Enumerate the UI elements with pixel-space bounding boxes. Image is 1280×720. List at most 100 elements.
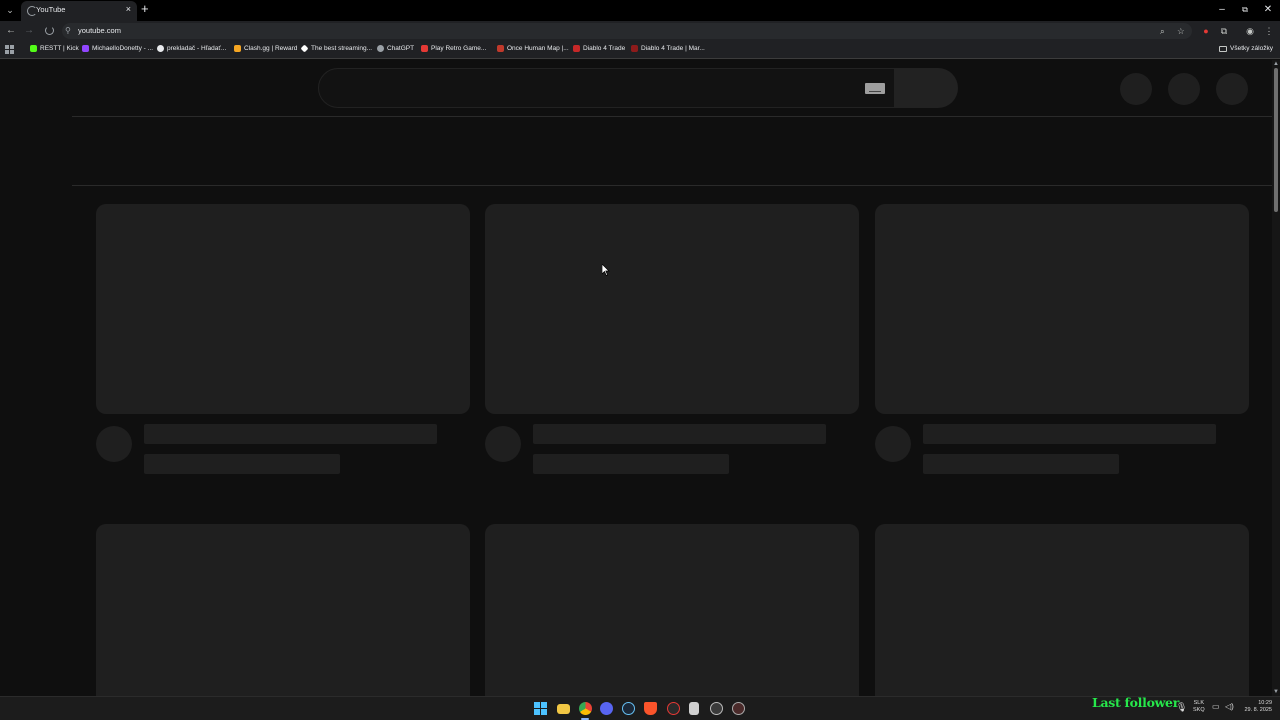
tab-search-icon[interactable]: ⌄ [3, 3, 17, 17]
video-title-placeholder [533, 424, 826, 444]
bookmark-item[interactable]: Diablo 4 Trade [573, 45, 625, 52]
bookmark-item[interactable]: Clash.gg | Reward [234, 45, 297, 52]
bookmark-item[interactable]: Diablo 4 Trade | Mar... [631, 45, 705, 52]
app-icon[interactable] [667, 702, 680, 715]
google-icon [157, 45, 164, 52]
clock-time: 10:29 [1258, 700, 1272, 706]
mouse-cursor-icon [602, 264, 610, 276]
volume-icon[interactable]: ◁) [1225, 702, 1234, 711]
retro-game-icon [421, 45, 428, 52]
file-explorer-icon[interactable] [557, 704, 570, 714]
scroll-up-icon[interactable]: ▲ [1273, 61, 1279, 67]
search-input[interactable] [318, 68, 895, 108]
restore-button[interactable]: ⧉ [1235, 3, 1255, 17]
windows-start-icon[interactable] [534, 702, 547, 715]
bookmark-label: Play Retro Game... [431, 45, 487, 52]
bookmark-item[interactable]: prekladač - Hľadať... [157, 45, 226, 52]
clock[interactable]: 10:29 29. 8. 2025 [1240, 700, 1272, 714]
extension-icon[interactable]: ● [1199, 24, 1213, 38]
bookmark-item[interactable]: RESTT | Kick [30, 45, 79, 52]
video-title-placeholder [923, 424, 1216, 444]
tab-strip: ⌄ YouTube × + – ⧉ ✕ [0, 0, 1280, 21]
close-window-button[interactable]: ✕ [1258, 3, 1278, 17]
bookmark-item[interactable]: The best streaming... [300, 44, 373, 53]
video-thumbnail-placeholder[interactable] [485, 204, 859, 414]
video-meta-placeholder [923, 454, 1119, 474]
stop-loading-icon[interactable] [45, 26, 54, 35]
site-info-icon[interactable]: ⚲ [65, 24, 71, 38]
address-bar[interactable]: ⚲ youtube.com ⌕ ☆ [62, 23, 1192, 39]
bookmark-item[interactable]: Once Human Map |... [497, 45, 569, 52]
browser-toolbar: ← → ⚲ youtube.com ⌕ ☆ ● ⧉ ◉ ⋮ [0, 21, 1280, 41]
back-button[interactable]: ← [4, 24, 18, 38]
language-code: SLK [1193, 700, 1205, 706]
apps-grid-icon[interactable] [5, 45, 14, 54]
video-thumbnail-placeholder[interactable] [96, 524, 470, 696]
video-thumbnail-placeholder[interactable] [485, 524, 859, 696]
channel-avatar-placeholder [875, 426, 911, 462]
brave-icon[interactable] [644, 702, 657, 715]
network-icon[interactable]: ▭ [1212, 702, 1220, 711]
page-scrollbar[interactable]: ▲ ▼ [1272, 60, 1280, 696]
all-bookmarks-label: Všetky záložky [1230, 45, 1273, 52]
bookmark-label: RESTT | Kick [40, 45, 79, 52]
keyboard-icon[interactable] [865, 83, 885, 94]
extensions-puzzle-icon[interactable]: ⧉ [1217, 24, 1231, 38]
map-icon [497, 45, 504, 52]
settings-gear-icon[interactable] [710, 702, 723, 715]
bookmark-label: Clash.gg | Reward [244, 45, 298, 52]
header-placeholder-2 [1168, 73, 1200, 105]
diablo-icon [631, 45, 638, 52]
channel-avatar-placeholder [96, 426, 132, 462]
browser-menu-icon[interactable]: ⋮ [1262, 24, 1276, 38]
profile-avatar-icon[interactable]: ◉ [1243, 24, 1257, 38]
url-text[interactable]: youtube.com [78, 26, 121, 35]
clash-icon [234, 45, 241, 52]
video-thumbnail-placeholder[interactable] [96, 204, 470, 414]
search-button[interactable] [894, 68, 958, 108]
diablo-icon [573, 45, 580, 52]
kick-icon [30, 45, 37, 52]
folder-icon [1219, 45, 1227, 52]
bookmark-item[interactable]: MichaelloDonetty - ... [82, 45, 153, 52]
bookmark-label: Diablo 4 Trade [583, 45, 626, 52]
video-thumbnail-placeholder[interactable] [875, 524, 1249, 696]
tab-title: YouTube [36, 5, 66, 14]
tab-youtube[interactable]: YouTube × [21, 1, 137, 21]
keyboard-layout-code: SKQ [1193, 707, 1205, 713]
bookmark-item[interactable]: ChatGPT [377, 45, 414, 52]
bookmark-item[interactable]: Play Retro Game... [421, 45, 486, 52]
chatgpt-icon [377, 45, 384, 52]
bookmarks-bar: RESTT | Kick MichaelloDonetty - ... prek… [0, 41, 1280, 59]
header-placeholder-1 [1120, 73, 1152, 105]
divider [72, 185, 1272, 186]
video-thumbnail-placeholder[interactable] [875, 204, 1249, 414]
forward-button[interactable]: → [22, 24, 36, 38]
zoom-icon[interactable]: ⌕ [1160, 24, 1165, 38]
minimize-button[interactable]: – [1212, 3, 1232, 17]
microphone-icon[interactable]: 🎙 [1176, 702, 1187, 713]
header-placeholder-3 [1216, 73, 1248, 105]
windows-taskbar [0, 696, 1280, 720]
steam-icon[interactable] [622, 702, 635, 715]
chrome-icon[interactable] [579, 702, 592, 715]
stream-overlay-text: Last follower [1092, 695, 1179, 710]
scroll-down-icon[interactable]: ▼ [1273, 689, 1279, 695]
notepad-icon[interactable] [689, 702, 699, 715]
bookmark-label: MichaelloDonetty - ... [92, 45, 154, 52]
game-app-icon[interactable] [732, 702, 745, 715]
bookmark-label: The best streaming... [311, 45, 373, 52]
channel-avatar-placeholder [485, 426, 521, 462]
new-tab-button[interactable]: + [141, 2, 149, 16]
video-meta-placeholder [533, 454, 729, 474]
bookmark-label: ChatGPT [387, 45, 415, 52]
scrollbar-thumb[interactable] [1274, 68, 1278, 212]
discord-icon[interactable] [600, 702, 613, 715]
bookmark-label: Diablo 4 Trade | Mar... [641, 45, 705, 52]
language-indicator[interactable]: SLK SKQ [1193, 700, 1205, 714]
tab-close-icon[interactable]: × [126, 4, 131, 14]
all-bookmarks-button[interactable]: Všetky záložky [1219, 45, 1273, 52]
twitch-icon [82, 45, 89, 52]
video-meta-placeholder [144, 454, 340, 474]
bookmark-star-icon[interactable]: ☆ [1177, 24, 1185, 38]
